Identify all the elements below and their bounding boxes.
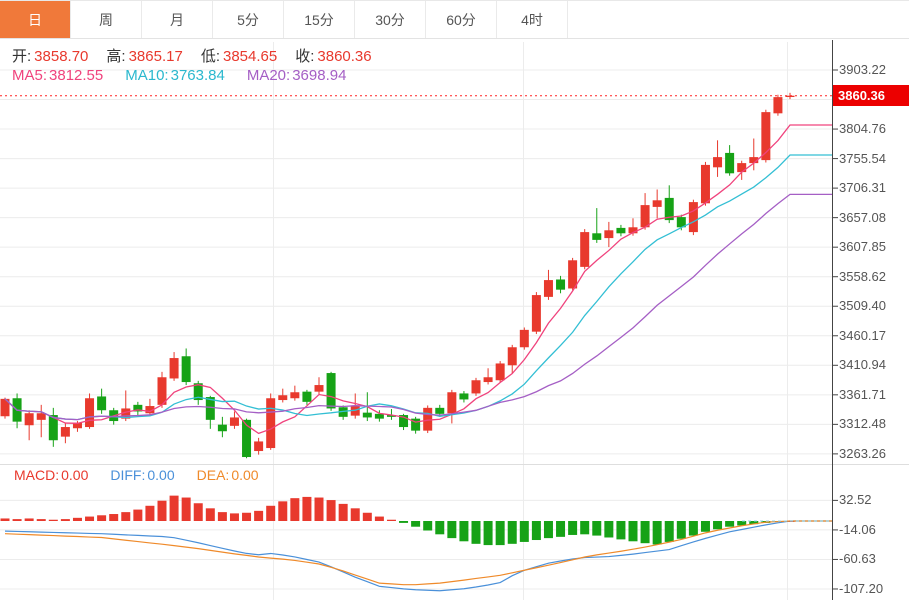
tab-period-3[interactable]: 5分 [213,1,284,38]
candles-group [1,93,795,458]
kline-chart [0,0,909,600]
dea-readout: DEA:0.00 [197,467,261,483]
low-readout: 低:3854.65 [201,45,277,66]
ma-legend: MA5:3812.55 MA10:3763.84 MA20:3698.94 [12,67,348,84]
diff-readout: DIFF:0.00 [110,467,176,483]
low-value: 3854.65 [223,48,277,65]
macd-value: 0.00 [61,467,88,483]
ma20-line [5,194,832,419]
current-price-badge: 3860.36 [833,85,909,106]
close-value: 3860.36 [317,48,371,65]
dea-value: 0.00 [231,467,258,483]
tab-period-1[interactable]: 周 [71,1,142,38]
ma5-legend: MA5:3812.55 [12,67,105,84]
high-value: 3865.17 [129,48,183,65]
diff-value: 0.00 [147,467,174,483]
open-value: 3858.70 [34,48,88,65]
high-readout: 高:3865.17 [106,45,182,66]
dea-label: DEA: [197,467,230,483]
ma10-legend: MA10:3763.84 [125,67,227,84]
ma5-value: 3812.55 [49,67,103,84]
tab-period-7[interactable]: 4时 [497,1,568,38]
tab-period-2[interactable]: 月 [142,1,213,38]
tab-period-5[interactable]: 30分 [355,1,426,38]
tab-period-6[interactable]: 60分 [426,1,497,38]
ma10-label: MA10: [125,67,168,84]
ohlc-readout: 开:3858.70 高:3865.17 低:3854.65 收:3860.36 [12,45,372,66]
close-readout: 收:3860.36 [295,45,371,66]
macd-legend: MACD:0.00 DIFF:0.00 DEA:0.00 [14,467,261,483]
close-label: 收: [295,48,314,65]
ma5-label: MA5: [12,67,47,84]
ma20-legend: MA20:3698.94 [247,67,349,84]
low-label: 低: [201,48,220,65]
macd-readout: MACD:0.00 [14,467,90,483]
tab-period-0[interactable]: 日 [0,1,71,38]
ma10-value: 3763.84 [171,67,225,84]
open-readout: 开:3858.70 [12,45,88,66]
high-label: 高: [106,48,125,65]
macd-histogram [1,496,795,545]
diff-label: DIFF: [110,467,145,483]
macd-label: MACD: [14,467,59,483]
period-tabbar: 日周月5分15分30分60分4时 [0,0,909,39]
ma20-value: 3698.94 [292,67,346,84]
ma20-label: MA20: [247,67,290,84]
open-label: 开: [12,48,31,65]
kline-trading-page: { "toolbar": { "tabs": [ {"label": "日", … [0,0,909,600]
tab-period-4[interactable]: 15分 [284,1,355,38]
